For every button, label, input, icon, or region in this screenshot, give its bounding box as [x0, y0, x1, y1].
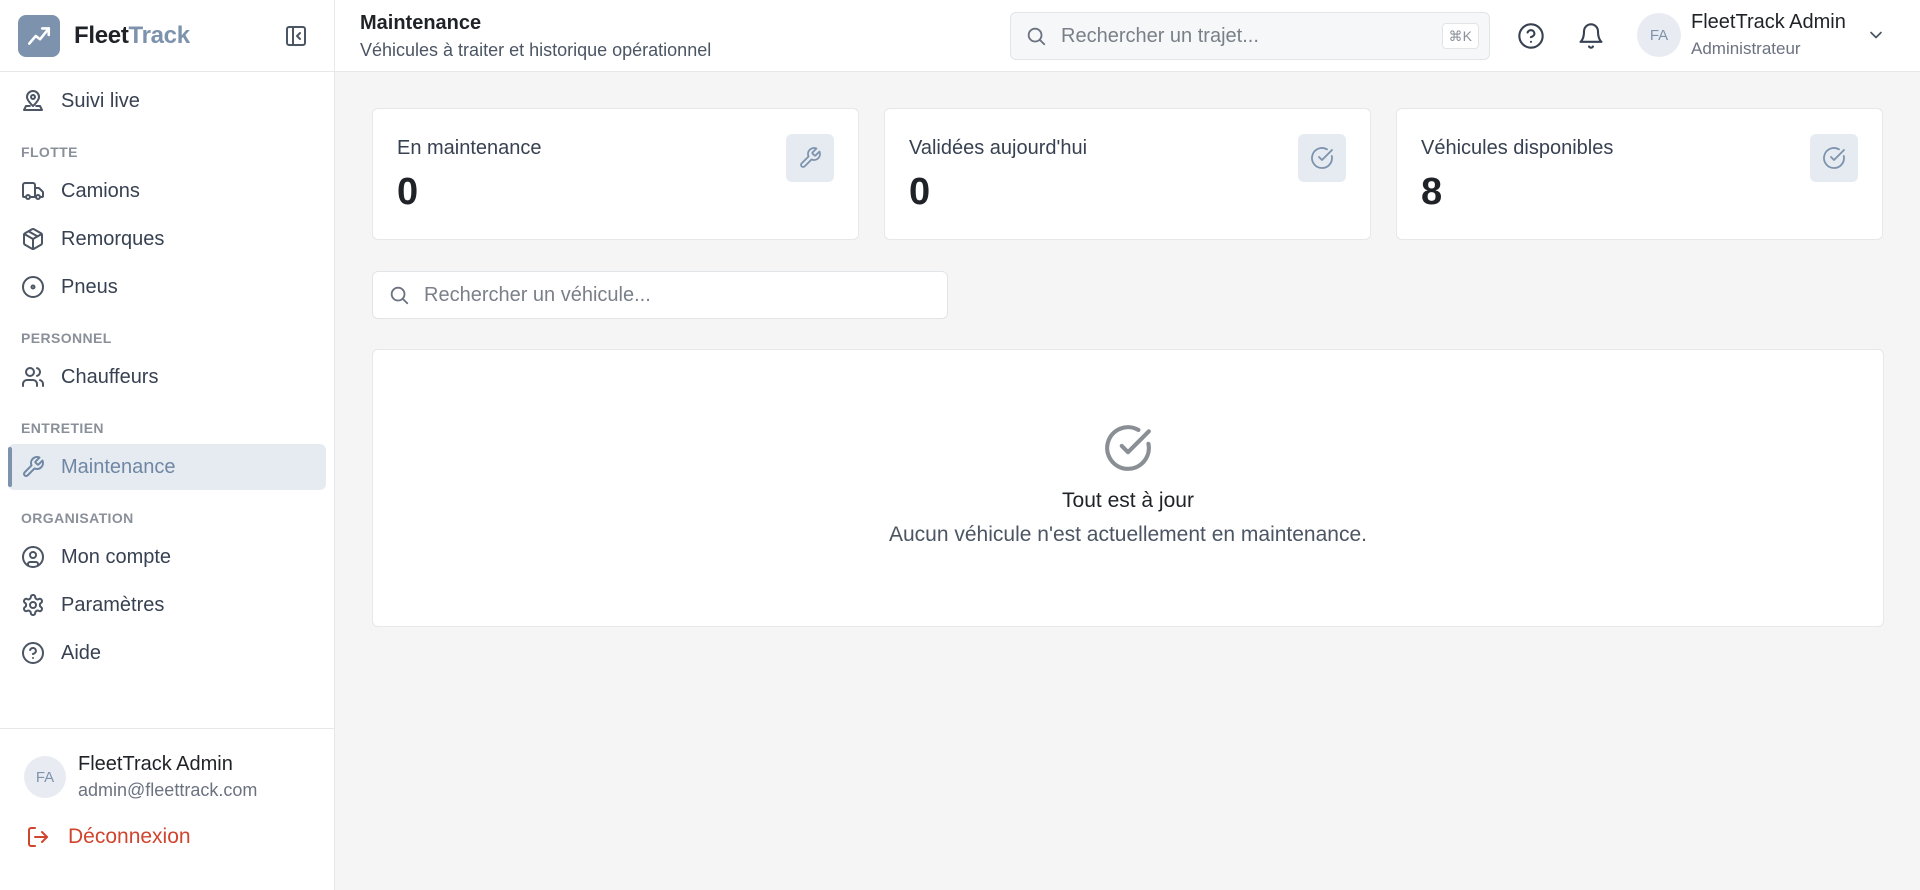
bell-icon[interactable] — [1577, 22, 1605, 50]
stat-value: 8 — [1421, 171, 1443, 213]
sidebar-user-name: FleetTrack Admin — [78, 753, 233, 775]
empty-state-description: Aucun véhicule n'est actuellement en mai… — [889, 523, 1367, 546]
brand-name-part2: Track — [128, 21, 191, 49]
sidebar-footer: FA FleetTrack Admin admin@fleettrack.com… — [0, 728, 334, 890]
brand-name-part1: Fleet — [74, 21, 129, 49]
header-user-name: FleetTrack Admin — [1691, 11, 1846, 33]
keyboard-shortcut-badge: ⌘K — [1441, 23, 1479, 49]
wrench-icon — [786, 134, 834, 182]
sidebar-item-pneus[interactable]: Pneus — [8, 264, 326, 310]
trip-search-placeholder: Rechercher un trajet... — [1061, 24, 1259, 47]
vehicle-search-placeholder: Rechercher un véhicule... — [424, 283, 651, 306]
stat-label: En maintenance — [397, 137, 542, 159]
gear-icon — [21, 593, 45, 617]
truck-icon — [21, 179, 45, 203]
sidebar-user-card[interactable]: FA FleetTrack Admin admin@fleettrack.com — [0, 729, 334, 801]
header-user-menu[interactable]: FA FleetTrack Admin Administrateur — [1637, 11, 1886, 59]
users-icon — [21, 365, 45, 389]
sidebar-item-label: Aide — [61, 641, 102, 664]
top-header: Maintenance Véhicules à traiter et histo… — [335, 0, 1920, 72]
stat-label: Véhicules disponibles — [1421, 137, 1614, 159]
stat-value: 0 — [909, 171, 931, 213]
sidebar-item-chauffeurs[interactable]: Chauffeurs — [8, 354, 326, 400]
vehicle-search-input[interactable]: Rechercher un véhicule... — [372, 271, 948, 319]
search-icon — [388, 284, 410, 306]
brand-logo-icon[interactable] — [18, 14, 60, 57]
sidebar-item-label: Pneus — [61, 275, 118, 298]
section-label-organisation: ORGANISATION — [21, 510, 134, 526]
stat-card-validees-aujourdhui: Validées aujourd'hui 0 — [884, 108, 1371, 240]
sidebar-item-label: Chauffeurs — [61, 365, 159, 388]
package-icon — [21, 227, 45, 251]
sidebar-item-parametres[interactable]: Paramètres — [8, 582, 326, 628]
sidebar-item-label: Maintenance — [61, 455, 176, 478]
empty-state-panel: Tout est à jour Aucun véhicule n'est act… — [372, 349, 1884, 627]
page-title: Maintenance — [360, 12, 482, 34]
check-circle-icon — [1298, 134, 1346, 182]
section-label-flotte: FLOTTE — [21, 144, 78, 160]
sidebar-item-label: Paramètres — [61, 593, 165, 616]
sidebar-item-label: Remorques — [61, 227, 165, 250]
sidebar-item-label: Suivi live — [61, 89, 140, 112]
user-circle-icon — [21, 545, 45, 569]
sidebar-item-maintenance[interactable]: Maintenance — [8, 444, 326, 490]
logout-button[interactable]: Déconnexion — [0, 825, 334, 849]
sidebar-item-label: Camions — [61, 179, 140, 202]
wrench-icon — [21, 455, 45, 479]
check-circle-icon — [1103, 423, 1153, 473]
section-label-personnel: PERSONNEL — [21, 330, 112, 346]
header-user-role: Administrateur — [1691, 39, 1801, 58]
avatar: FA — [24, 756, 66, 798]
sidebar: FleetTrack Suivi live FLOTTE Camions Rem… — [0, 0, 335, 890]
sidebar-nav: Suivi live FLOTTE Camions Remorques Pneu… — [0, 72, 334, 676]
stat-label: Validées aujourd'hui — [909, 137, 1088, 159]
sidebar-item-remorques[interactable]: Remorques — [8, 216, 326, 262]
logout-icon — [26, 825, 50, 849]
stat-value: 0 — [397, 171, 419, 213]
sidebar-item-mon-compte[interactable]: Mon compte — [8, 534, 326, 580]
help-circle-icon — [21, 641, 45, 665]
sidebar-item-aide[interactable]: Aide — [8, 630, 326, 676]
chevron-down-icon — [1866, 25, 1886, 45]
sidebar-item-label: Mon compte — [61, 545, 172, 568]
empty-state-title: Tout est à jour — [1062, 489, 1194, 512]
tire-icon — [21, 275, 45, 299]
sidebar-item-camions[interactable]: Camions — [8, 168, 326, 214]
sidebar-user-email: admin@fleettrack.com — [78, 780, 258, 800]
stat-card-vehicules-disponibles: Véhicules disponibles 8 — [1396, 108, 1883, 240]
stat-card-en-maintenance: En maintenance 0 — [372, 108, 859, 240]
brand-row: FleetTrack — [0, 0, 334, 72]
page-subtitle: Véhicules à traiter et historique opérat… — [360, 40, 712, 60]
sidebar-item-suivi-live[interactable]: Suivi live — [8, 78, 326, 124]
map-pin-user-icon — [21, 89, 45, 113]
section-label-entretien: ENTRETIEN — [21, 420, 104, 436]
trip-search-input[interactable]: Rechercher un trajet... ⌘K — [1010, 12, 1490, 60]
brand-name: FleetTrack — [74, 22, 190, 50]
check-circle-icon — [1810, 134, 1858, 182]
logout-label: Déconnexion — [68, 825, 191, 848]
search-icon — [1025, 25, 1047, 47]
help-circle-icon[interactable] — [1517, 22, 1545, 50]
avatar: FA — [1637, 13, 1681, 57]
collapse-sidebar-icon[interactable] — [284, 24, 308, 48]
